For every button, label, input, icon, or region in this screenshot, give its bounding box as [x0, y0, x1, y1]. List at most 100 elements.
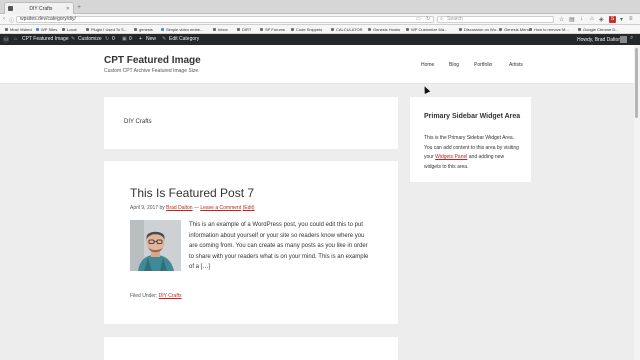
bookmark-item[interactable]: Most Visited — [5, 27, 32, 32]
bookmark-item[interactable]: Plugin I Used To S... — [86, 27, 127, 32]
edit-icon: ✎ — [162, 36, 167, 42]
category-link[interactable]: DIY Crafts — [159, 293, 182, 299]
url-field[interactable]: wpsites.dev/category/diy/ — [16, 16, 434, 23]
bookmark-icon — [213, 28, 216, 31]
bookmark-icon — [499, 28, 502, 31]
edit-link[interactable]: (Edit) — [243, 205, 255, 211]
admin-new-plus[interactable]: + — [139, 36, 142, 42]
reader-view-icon[interactable]: ▭ — [416, 16, 421, 22]
bookmark-item[interactable]: WP Sites — [36, 27, 57, 32]
back-icon[interactable]: ‹ — [3, 16, 5, 22]
library-icon[interactable]: ▤ — [569, 16, 575, 23]
admin-customize[interactable]: Customize — [78, 36, 102, 42]
bookmark-star-icon[interactable]: ☆ — [559, 16, 564, 23]
browser-toolbar: ‹ ⓘ wpsites.dev/category/diy/ ▭ ↻ ⌕ Sear… — [0, 14, 640, 25]
bookmark-item[interactable]: Discussion on Wo... — [459, 27, 499, 32]
close-tab-icon[interactable]: ✕ — [66, 6, 70, 12]
widgets-panel-link[interactable]: Widgets Panel — [435, 154, 467, 160]
search-field[interactable]: ⌕ Search — [437, 16, 554, 23]
search-placeholder: Search — [447, 16, 463, 22]
extension-arrow-icon[interactable]: ▾ — [620, 16, 623, 23]
filed-under-label: Filed Under: — [130, 293, 158, 299]
bookmark-label: Inbox — [218, 27, 228, 32]
menu-item-home[interactable]: Home — [421, 62, 434, 68]
menu-icon[interactable]: ≡ — [629, 16, 633, 22]
extension-icon[interactable]: S — [609, 16, 616, 23]
home-icon: ⌂ — [14, 36, 18, 42]
favicon-icon — [8, 6, 13, 11]
menu-item-artists[interactable]: Artists — [509, 62, 523, 68]
bookmark-item[interactable]: Local — [62, 27, 77, 32]
admin-updates-count: 0 — [112, 36, 115, 42]
wordpress-logo-icon[interactable]: Ⓦ — [3, 35, 9, 44]
admin-new[interactable]: New — [146, 36, 156, 42]
reload-icon[interactable]: ↻ — [426, 16, 430, 22]
bookmark-item[interactable]: Google Chrome D... — [578, 27, 619, 32]
menu-item-blog[interactable]: Blog — [449, 62, 459, 68]
bookmark-label: Plugin I Used To S... — [91, 27, 128, 32]
bookmark-icon — [260, 28, 263, 31]
bookmark-icon — [5, 28, 8, 31]
bookmark-label: WP Sites — [41, 27, 58, 32]
post-title[interactable]: This Is Featured Post 7 — [130, 186, 254, 200]
comments-icon[interactable]: ▣ — [122, 36, 127, 42]
widget-text: This is the Primary Sidebar Widget Area.… — [424, 134, 520, 172]
browser-tab[interactable]: DIY Crafts ✕ — [4, 2, 74, 14]
site-description: Custom CPT Archive Featured Image Size — [104, 68, 199, 74]
info-icon[interactable]: ⓘ — [9, 17, 14, 24]
bookmark-label: Genesis Hooks — [373, 27, 401, 32]
new-tab-icon[interactable]: + — [77, 4, 81, 11]
scrollbar-thumb[interactable] — [635, 48, 638, 118]
admin-search-icon[interactable]: ⌕ — [630, 35, 633, 42]
bookmark-icon — [161, 28, 164, 31]
bookmark-icon — [459, 28, 462, 31]
bookmark-item[interactable]: How to remove M... — [529, 27, 569, 32]
archive-title: DIY Crafts — [124, 119, 152, 125]
bookmark-icon — [331, 28, 334, 31]
tab-title: DIY Crafts — [29, 5, 53, 12]
bookmark-item[interactable]: DIRT — [237, 27, 251, 32]
site-title[interactable]: CPT Featured Image — [104, 55, 201, 66]
bookmark-item[interactable]: WP Customize Ma... — [406, 27, 447, 32]
admin-site-name[interactable]: CPT Featured Image — [22, 36, 69, 42]
downloads-icon[interactable]: ↓ — [580, 16, 583, 22]
bookmark-label: Most Visited — [10, 27, 32, 32]
browser-tab-strip: DIY Crafts ✕ + — [0, 0, 640, 14]
bookmarks-bar: Most Visited WP Sites Local Plugin I Used T… — [0, 25, 640, 34]
bookmark-label: CALCULATOR — [336, 27, 363, 32]
comment-link[interactable]: Leave a Comment — [200, 205, 241, 211]
bookmark-label: SP Forums — [265, 27, 285, 32]
bookmark-label: Local — [67, 27, 77, 32]
bookmark-item[interactable]: Simple video embe... — [161, 27, 203, 32]
bookmark-item[interactable]: Genesis Hooks — [368, 27, 400, 32]
menu-item-portfolio[interactable]: Portfolio — [474, 62, 492, 68]
admin-edit-category[interactable]: Edit Category — [169, 36, 199, 42]
site-header: CPT Featured Image Custom CPT Archive Fe… — [0, 45, 640, 84]
bookmark-label: Simple video embe... — [166, 27, 204, 32]
brush-icon: ✎ — [71, 36, 76, 42]
bookmark-item[interactable]: Genesis Menus — [499, 27, 532, 32]
admin-howdy[interactable]: Howdy, Brad Dalton — [577, 37, 621, 43]
mouse-cursor — [421, 85, 431, 94]
avatar[interactable] — [620, 36, 627, 43]
home-icon[interactable]: ⌂ — [590, 16, 594, 22]
bookmark-item[interactable]: CALCULATOR — [331, 27, 363, 32]
bookmark-icon — [578, 28, 581, 31]
bookmark-item[interactable]: SP Forums — [260, 27, 285, 32]
post-date: April 9, 2017 by — [130, 205, 165, 211]
bookmark-label: Discussion on Wo... — [464, 27, 500, 32]
post-author-link[interactable]: Brad Dalton — [166, 205, 192, 211]
updates-icon[interactable]: ↻ — [105, 36, 109, 42]
bookmark-item[interactable]: genesis — [134, 27, 153, 32]
bookmark-item[interactable]: Code Snippets — [291, 27, 322, 32]
post-footer: Filed Under: DIY Crafts — [130, 293, 182, 299]
post-meta-separator: — — [193, 205, 199, 211]
bookmark-label: Google Chrome D... — [583, 27, 619, 32]
featured-image[interactable] — [130, 220, 181, 271]
bookmark-item[interactable]: Inbox — [213, 27, 228, 32]
bookmark-icon — [406, 28, 409, 31]
post-excerpt: This is an example of a WordPress post, … — [189, 222, 369, 270]
bookmark-icon — [368, 28, 371, 31]
pocket-icon[interactable]: ◈ — [599, 16, 604, 23]
widget-title: Primary Sidebar Widget Area — [424, 113, 521, 120]
